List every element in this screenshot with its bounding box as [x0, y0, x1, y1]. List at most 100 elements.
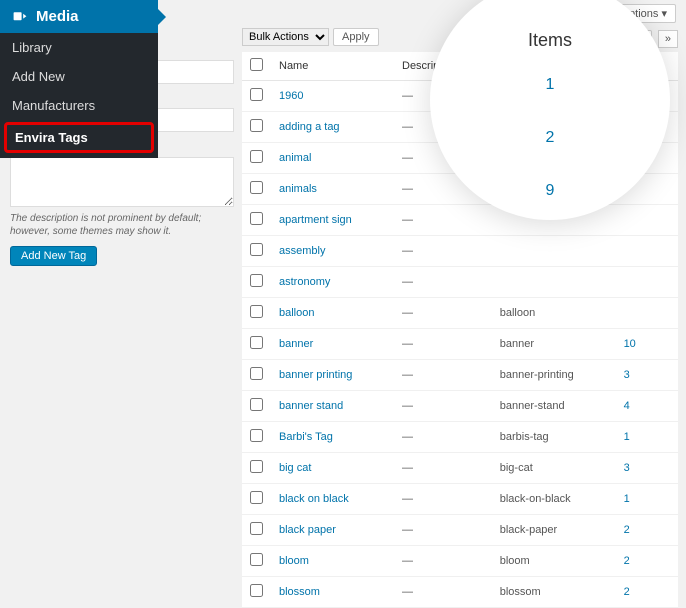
row-checkbox[interactable]: [250, 150, 263, 163]
row-checkbox[interactable]: [250, 367, 263, 380]
tag-desc: —: [394, 484, 492, 515]
table-row: big cat —big-cat3: [242, 453, 678, 484]
row-checkbox[interactable]: [250, 336, 263, 349]
row-checkbox[interactable]: [250, 243, 263, 256]
bulk-actions-select[interactable]: Bulk Actions: [242, 28, 329, 46]
sidebar-item-library[interactable]: Library: [0, 33, 158, 62]
tag-slug: banner-stand: [492, 391, 616, 422]
description-input[interactable]: [10, 157, 234, 207]
row-checkbox[interactable]: [250, 460, 263, 473]
row-checkbox[interactable]: [250, 119, 263, 132]
magnifier-value-3: 9: [546, 182, 555, 200]
tag-slug: bloom: [492, 546, 616, 577]
tag-count: 2: [616, 577, 678, 608]
tag-desc: —: [394, 267, 492, 298]
tag-count: 2: [616, 515, 678, 546]
tag-name-link[interactable]: astronomy: [279, 276, 330, 288]
tag-name-link[interactable]: animal: [279, 152, 311, 164]
description-hint: The description is not prominent by defa…: [10, 212, 234, 238]
table-row: balloon—balloon: [242, 298, 678, 329]
tag-name-link[interactable]: bloom: [279, 555, 309, 567]
magnifier-value-2: 2: [546, 129, 555, 147]
tag-name-link[interactable]: Barbi's Tag: [279, 431, 333, 443]
tag-count: [616, 298, 678, 329]
tag-count: [616, 236, 678, 267]
tag-name-link[interactable]: big cat: [279, 462, 311, 474]
tag-slug: banner-printing: [492, 360, 616, 391]
row-checkbox[interactable]: [250, 491, 263, 504]
tag-slug: banner: [492, 329, 616, 360]
tag-name-link[interactable]: 1960: [279, 90, 303, 102]
tag-slug: blossom: [492, 577, 616, 608]
tag-name-link[interactable]: assembly: [279, 245, 325, 257]
tag-desc: —: [394, 577, 492, 608]
col-name[interactable]: Name: [271, 52, 394, 81]
tag-count: 1: [616, 484, 678, 515]
magnifier-header: Items: [528, 30, 572, 51]
tag-name-link[interactable]: banner: [279, 338, 313, 350]
row-checkbox[interactable]: [250, 553, 263, 566]
row-checkbox[interactable]: [250, 522, 263, 535]
tag-desc: —: [394, 360, 492, 391]
tag-name-link[interactable]: black paper: [279, 524, 336, 536]
tag-count: 3: [616, 453, 678, 484]
tag-name-link[interactable]: balloon: [279, 307, 314, 319]
tag-desc: —: [394, 205, 492, 236]
table-row: black paper —black-paper2: [242, 515, 678, 546]
tag-slug: balloon: [492, 298, 616, 329]
tag-count: 2: [616, 546, 678, 577]
select-all-checkbox[interactable]: [250, 58, 263, 71]
tag-count: 1: [616, 422, 678, 453]
tag-slug: black-on-black: [492, 484, 616, 515]
table-row: apartment sign —: [242, 205, 678, 236]
row-checkbox[interactable]: [250, 181, 263, 194]
table-row: banner—banner10: [242, 329, 678, 360]
tag-name-link[interactable]: banner printing: [279, 369, 352, 381]
tag-count: [616, 267, 678, 298]
tag-count: 3: [616, 360, 678, 391]
tag-count: 4: [616, 391, 678, 422]
page-next[interactable]: »: [658, 30, 678, 48]
menu-media-label: Media: [36, 8, 79, 25]
row-checkbox[interactable]: [250, 429, 263, 442]
media-icon: [12, 9, 28, 25]
row-checkbox[interactable]: [250, 212, 263, 225]
tag-count: 10: [616, 329, 678, 360]
magnifier-value-1: 1: [546, 76, 555, 94]
table-row: bloom—bloom2: [242, 546, 678, 577]
tag-name-link[interactable]: black on black: [279, 493, 349, 505]
tag-slug: big-cat: [492, 453, 616, 484]
tag-slug: barbis-tag: [492, 422, 616, 453]
row-checkbox[interactable]: [250, 305, 263, 318]
tag-desc: —: [394, 453, 492, 484]
tag-name-link[interactable]: banner stand: [279, 400, 343, 412]
tag-desc: —: [394, 236, 492, 267]
table-row: Barbi's Tag —barbis-tag1: [242, 422, 678, 453]
sidebar-item-add-new[interactable]: Add New: [0, 62, 158, 91]
tag-name-link[interactable]: adding a tag: [279, 121, 340, 133]
tag-slug: [492, 236, 616, 267]
tag-desc: —: [394, 391, 492, 422]
tag-name-link[interactable]: blossom: [279, 586, 320, 598]
table-row: blossom—blossom2: [242, 577, 678, 608]
tag-desc: —: [394, 329, 492, 360]
tag-desc: —: [394, 422, 492, 453]
tag-desc: —: [394, 515, 492, 546]
sidebar-item-envira-tags[interactable]: Envira Tags: [4, 122, 154, 153]
tag-name-link[interactable]: animals: [279, 183, 317, 195]
table-row: banner stand —banner-stand4: [242, 391, 678, 422]
tag-name-link[interactable]: apartment sign: [279, 214, 352, 226]
tag-slug: [492, 267, 616, 298]
row-checkbox[interactable]: [250, 88, 263, 101]
row-checkbox[interactable]: [250, 398, 263, 411]
tag-slug: black-paper: [492, 515, 616, 546]
table-row: banner printing —banner-printing3: [242, 360, 678, 391]
row-checkbox[interactable]: [250, 274, 263, 287]
row-checkbox[interactable]: [250, 584, 263, 597]
apply-button[interactable]: Apply: [333, 28, 379, 46]
add-new-tag-button[interactable]: Add New Tag: [10, 246, 97, 266]
tag-desc: —: [394, 298, 492, 329]
sidebar-item-manufacturers[interactable]: Manufacturers: [0, 91, 158, 120]
menu-media[interactable]: Media: [0, 0, 158, 33]
table-row: black on black —black-on-black1: [242, 484, 678, 515]
